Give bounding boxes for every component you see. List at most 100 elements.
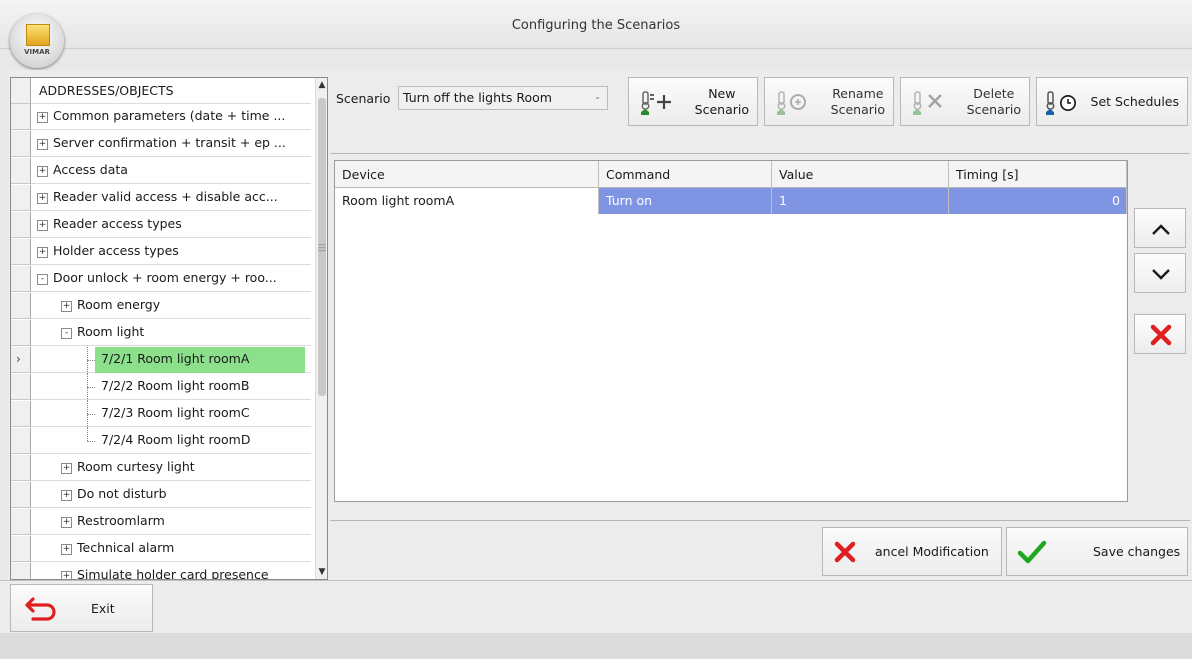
tree-row[interactable]: › 7/2/1 Room light roomA bbox=[11, 347, 311, 374]
expand-icon[interactable]: + bbox=[61, 301, 72, 312]
tree-item-label[interactable]: Room energy bbox=[77, 297, 160, 312]
row-selector[interactable] bbox=[11, 374, 31, 400]
tree-row[interactable]: 7/2/2 Room light roomB bbox=[11, 374, 311, 401]
tree-item-label[interactable]: 7/2/3 Room light roomC bbox=[95, 401, 256, 427]
row-selector[interactable] bbox=[11, 158, 31, 184]
tree-row[interactable]: + Access data bbox=[11, 158, 311, 184]
row-selector[interactable] bbox=[11, 185, 31, 211]
expand-icon[interactable]: + bbox=[37, 166, 48, 177]
cell-timing[interactable]: 0 bbox=[949, 188, 1127, 214]
column-value[interactable]: Value bbox=[772, 161, 949, 187]
tree-item-label[interactable]: Room curtesy light bbox=[77, 459, 195, 474]
expand-icon[interactable]: + bbox=[37, 112, 48, 123]
move-down-button[interactable] bbox=[1134, 253, 1186, 293]
cancel-modification-button[interactable]: ancel Modification bbox=[822, 527, 1002, 576]
tree-row[interactable]: + Reader access types bbox=[11, 212, 311, 238]
tree-item-label[interactable]: Server confirmation + transit + ep ... bbox=[53, 135, 286, 150]
tree-row[interactable]: + Reader valid access + disable acc... bbox=[11, 185, 311, 211]
row-pointer-icon: › bbox=[16, 352, 21, 366]
tree-row[interactable]: + Room energy bbox=[11, 293, 311, 319]
expand-icon[interactable]: + bbox=[37, 193, 48, 204]
tree-item-label[interactable]: Holder access types bbox=[53, 243, 179, 258]
row-selector[interactable] bbox=[11, 563, 31, 579]
expand-icon[interactable]: + bbox=[37, 220, 48, 231]
tree-row[interactable]: + Server confirmation + transit + ep ... bbox=[11, 131, 311, 157]
tree-item-label[interactable]: Room light bbox=[77, 324, 144, 339]
tree-row[interactable]: - Room light bbox=[11, 320, 311, 346]
row-selector[interactable] bbox=[11, 78, 31, 104]
row-selector[interactable]: › bbox=[11, 347, 31, 373]
row-selector[interactable] bbox=[11, 320, 31, 346]
tree-row[interactable]: - Door unlock + room energy + roo... bbox=[11, 266, 311, 292]
tree-item-label[interactable]: Common parameters (date + time ... bbox=[53, 108, 285, 123]
collapse-icon[interactable]: - bbox=[37, 274, 48, 285]
tree-item-label[interactable]: Access data bbox=[53, 162, 128, 177]
grid-row[interactable]: Room light roomA Turn on 1 0 bbox=[335, 188, 1127, 214]
save-changes-button[interactable]: Save changes bbox=[1006, 527, 1188, 576]
expand-icon[interactable]: + bbox=[61, 463, 72, 474]
tree-item-label[interactable]: Simulate holder card presence bbox=[77, 567, 269, 579]
tree-item-label[interactable]: 7/2/4 Room light roomD bbox=[95, 428, 256, 454]
row-selector[interactable] bbox=[11, 293, 31, 319]
tree-item-label[interactable]: Reader valid access + disable acc... bbox=[53, 189, 278, 204]
scroll-down-icon[interactable]: ▼ bbox=[316, 567, 327, 577]
row-selector[interactable] bbox=[11, 266, 31, 292]
cell-command[interactable]: Turn on bbox=[599, 188, 772, 214]
cell-device[interactable]: Room light roomA bbox=[335, 188, 599, 214]
row-selector[interactable] bbox=[11, 536, 31, 562]
tree-row[interactable]: 7/2/4 Room light roomD bbox=[11, 428, 311, 454]
row-selector[interactable] bbox=[11, 239, 31, 265]
tree-item-label[interactable]: Do not disturb bbox=[77, 486, 167, 501]
tree-row[interactable]: 7/2/3 Room light roomC bbox=[11, 401, 311, 428]
row-selector[interactable] bbox=[11, 428, 31, 454]
tree-row[interactable]: + Technical alarm bbox=[11, 536, 311, 562]
rename-scenario-label: Rename Scenario bbox=[830, 86, 885, 117]
row-selector[interactable] bbox=[11, 401, 31, 427]
cell-value[interactable]: 1 bbox=[772, 188, 949, 214]
column-timing[interactable]: Timing [s] bbox=[949, 161, 1127, 187]
tree-item-label[interactable]: Restroomlarm bbox=[77, 513, 165, 528]
tree-row[interactable]: + Restroomlarm bbox=[11, 509, 311, 535]
expand-icon[interactable]: + bbox=[61, 490, 72, 501]
expand-icon[interactable]: + bbox=[61, 517, 72, 528]
tree-item-label[interactable]: Door unlock + room energy + roo... bbox=[53, 270, 277, 285]
column-command[interactable]: Command bbox=[599, 161, 772, 187]
expand-icon[interactable]: + bbox=[61, 571, 72, 579]
delete-row-button[interactable] bbox=[1134, 314, 1186, 354]
expand-icon[interactable]: + bbox=[37, 139, 48, 150]
tree-row[interactable]: + Common parameters (date + time ... bbox=[11, 104, 311, 130]
row-selector[interactable] bbox=[11, 212, 31, 238]
delete-scenario-button[interactable]: Delete Scenario bbox=[900, 77, 1030, 126]
tree-row[interactable]: + Simulate holder card presence bbox=[11, 563, 311, 579]
exit-button[interactable]: Exit bbox=[10, 584, 153, 632]
delete-scenario-icon bbox=[913, 91, 942, 115]
set-schedules-button[interactable]: Set Schedules bbox=[1036, 77, 1188, 126]
row-selector[interactable] bbox=[11, 482, 31, 508]
scenario-dropdown[interactable]: Turn off the lights Room ⌄ bbox=[398, 86, 608, 110]
expand-icon[interactable]: + bbox=[61, 544, 72, 555]
tree-item-label[interactable]: Technical alarm bbox=[77, 540, 174, 555]
row-selector[interactable] bbox=[11, 509, 31, 535]
row-selector[interactable] bbox=[11, 131, 31, 157]
row-selector[interactable] bbox=[11, 455, 31, 481]
save-changes-label: Save changes bbox=[1093, 544, 1181, 559]
move-up-button[interactable] bbox=[1134, 208, 1186, 248]
tree-item-label[interactable]: 7/2/2 Room light roomB bbox=[95, 374, 255, 400]
new-scenario-button[interactable]: New Scenario bbox=[628, 77, 758, 126]
rename-scenario-button[interactable]: Rename Scenario bbox=[764, 77, 894, 126]
scroll-up-icon[interactable]: ▲ bbox=[316, 80, 327, 90]
collapse-icon[interactable]: - bbox=[61, 328, 72, 339]
tree-row[interactable]: + Do not disturb bbox=[11, 482, 311, 508]
tree-item-label[interactable]: 7/2/1 Room light roomA bbox=[95, 347, 305, 373]
expand-icon[interactable]: + bbox=[37, 247, 48, 258]
tree-row[interactable]: + Room curtesy light bbox=[11, 455, 311, 481]
tree-row[interactable]: + Holder access types bbox=[11, 239, 311, 265]
tree-connector bbox=[87, 360, 95, 361]
scenario-label: Scenario bbox=[336, 91, 391, 106]
row-selector[interactable] bbox=[11, 104, 31, 130]
column-device[interactable]: Device bbox=[335, 161, 599, 187]
tree-scrollbar[interactable]: ▲ — — — ▼ bbox=[315, 78, 327, 579]
vimar-logo[interactable]: VIMAR bbox=[10, 14, 64, 68]
tree-item-label[interactable]: Reader access types bbox=[53, 216, 182, 231]
exit-bar: Exit bbox=[0, 580, 1192, 634]
